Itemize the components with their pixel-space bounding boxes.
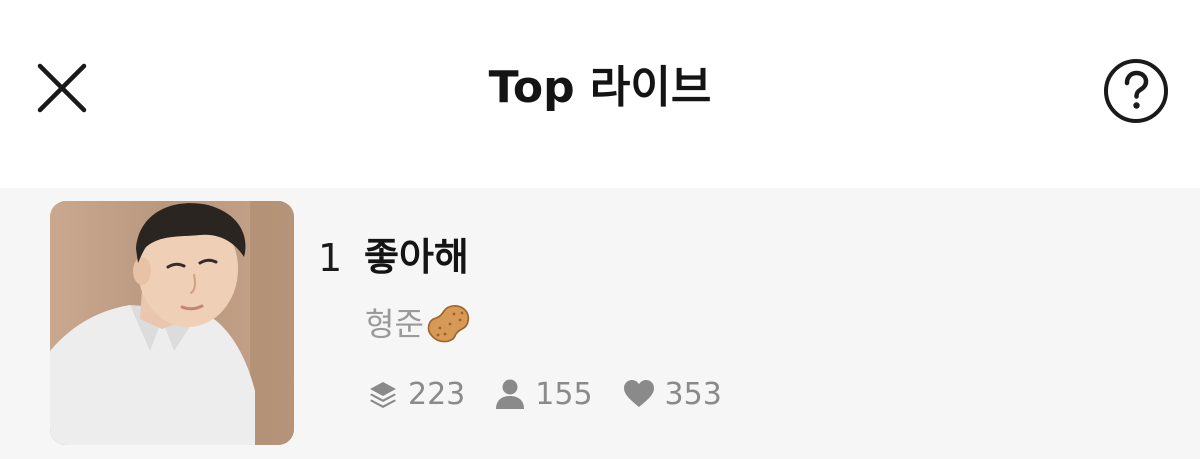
host-name: 형준 [365, 302, 472, 346]
live-thumbnail[interactable] [50, 201, 294, 445]
stat-tracks: 223 [368, 377, 465, 412]
layers-icon [370, 382, 396, 408]
stat-listeners-value: 155 [535, 376, 593, 412]
host-name-label: 형준 [365, 305, 424, 343]
question-circle-icon [1104, 59, 1168, 123]
stat-likes: 353 [623, 377, 722, 412]
live-stats: 223 155 353 [368, 374, 752, 414]
person-icon [496, 379, 525, 409]
page-title: Top 라이브 [488, 62, 712, 113]
heart-icon [623, 380, 654, 407]
stat-tracks-value: 223 [408, 376, 466, 412]
peanut-icon [426, 304, 472, 344]
list-item[interactable]: 1 좋아해 형준 223 155 353 [0, 188, 1200, 459]
rank-number: 1 [318, 236, 343, 280]
stat-likes-value: 353 [664, 376, 722, 412]
help-button[interactable] [1102, 57, 1170, 125]
top-live-list: 1 좋아해 형준 223 155 353 [0, 188, 1200, 459]
host-photo [50, 201, 294, 445]
stat-listeners: 155 [495, 376, 593, 412]
live-title: 좋아해 [364, 235, 469, 279]
top-bar: Top 라이브 [0, 0, 1200, 188]
